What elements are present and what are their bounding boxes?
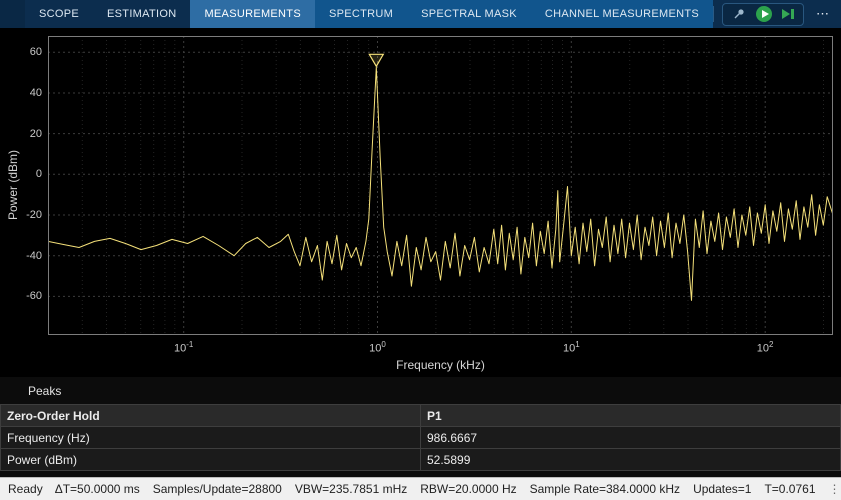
pin-icon[interactable] bbox=[732, 7, 746, 21]
more-options-button[interactable]: ⋯ bbox=[812, 6, 833, 22]
table-row: Power (dBm) 52.5899 bbox=[1, 449, 841, 471]
peaks-table: Zero-Order Hold P1 Frequency (Hz) 986.66… bbox=[0, 404, 841, 471]
step-bar-icon bbox=[791, 9, 794, 19]
status-samples-per-update: Samples/Update=28800 bbox=[153, 482, 282, 496]
status-metrics: ΔT=50.0000 ms Samples/Update=28800 VBW=2… bbox=[43, 482, 829, 496]
status-delta-t: ΔT=50.0000 ms bbox=[55, 482, 140, 496]
row-label-frequency: Frequency (Hz) bbox=[1, 427, 421, 449]
step-triangle-icon bbox=[782, 9, 790, 19]
peaks-panel-title: Peaks bbox=[0, 377, 841, 404]
y-tick-label: 0 bbox=[2, 168, 42, 180]
column-header-p1: P1 bbox=[421, 405, 841, 427]
y-tick-label: 40 bbox=[2, 87, 42, 99]
x-tick-label: 102 bbox=[757, 340, 774, 355]
tab-scope[interactable]: SCOPE bbox=[25, 0, 93, 28]
column-header-source: Zero-Order Hold bbox=[1, 405, 421, 427]
y-tick-label: -40 bbox=[2, 250, 42, 262]
spectrum-plot-panel: Power (dBm) Frequency (kHz) 10-110010110… bbox=[0, 28, 841, 377]
tab-measurements[interactable]: MEASUREMENTS bbox=[190, 0, 315, 28]
y-tick-label: -20 bbox=[2, 209, 42, 221]
tab-channel-measurements[interactable]: CHANNEL MEASUREMENTS bbox=[531, 0, 713, 28]
power-value: 52.5899 bbox=[421, 449, 841, 471]
overflow-icon[interactable]: ⋮ bbox=[829, 482, 841, 496]
status-state: Ready bbox=[0, 482, 43, 496]
spectrum-analyzer-window: SCOPE ESTIMATION MEASUREMENTS SPECTRUM S… bbox=[0, 0, 841, 500]
x-tick-label: 100 bbox=[369, 340, 386, 355]
x-tick-label: 101 bbox=[563, 340, 580, 355]
toolstrip: SCOPE ESTIMATION MEASUREMENTS SPECTRUM S… bbox=[0, 0, 841, 28]
playback-controls bbox=[722, 3, 804, 26]
peak-marker[interactable] bbox=[369, 54, 383, 66]
toolbar-divider bbox=[713, 6, 714, 22]
run-button[interactable] bbox=[756, 6, 772, 22]
axes-border bbox=[49, 37, 833, 335]
quick-access-area: ⋯ bbox=[713, 0, 841, 28]
status-bar: Ready ΔT=50.0000 ms Samples/Update=28800… bbox=[0, 477, 841, 500]
status-vbw: VBW=235.7851 mHz bbox=[295, 482, 407, 496]
x-tick-label: 10-1 bbox=[174, 340, 193, 355]
frequency-value: 986.6667 bbox=[421, 427, 841, 449]
status-sample-rate: Sample Rate=384.0000 kHz bbox=[530, 482, 680, 496]
tab-estimation[interactable]: ESTIMATION bbox=[93, 0, 190, 28]
status-rbw: RBW=20.0000 Hz bbox=[420, 482, 516, 496]
row-label-power: Power (dBm) bbox=[1, 449, 421, 471]
x-axis-label: Frequency (kHz) bbox=[48, 358, 833, 372]
table-header-row: Zero-Order Hold P1 bbox=[1, 405, 841, 427]
status-updates: Updates=1 bbox=[693, 482, 751, 496]
tab-spectral-mask[interactable]: SPECTRAL MASK bbox=[407, 0, 531, 28]
y-tick-label: 60 bbox=[2, 46, 42, 58]
tab-spectrum[interactable]: SPECTRUM bbox=[315, 0, 407, 28]
step-forward-button[interactable] bbox=[782, 9, 794, 19]
window-grip bbox=[0, 0, 25, 28]
y-tick-label: -60 bbox=[2, 290, 42, 302]
status-bar-controls: ⋮ ↧ bbox=[829, 482, 841, 496]
spectrum-trace bbox=[48, 67, 833, 300]
contextual-tab-group: SPECTRUM SPECTRAL MASK CHANNEL MEASUREME… bbox=[315, 0, 713, 28]
peaks-panel: Peaks Zero-Order Hold P1 Frequency (Hz) … bbox=[0, 377, 841, 477]
play-icon bbox=[762, 10, 769, 18]
status-time: T=0.0761 bbox=[764, 482, 815, 496]
plot-canvas[interactable] bbox=[48, 36, 833, 335]
y-tick-label: 20 bbox=[2, 128, 42, 140]
table-row: Frequency (Hz) 986.6667 bbox=[1, 427, 841, 449]
